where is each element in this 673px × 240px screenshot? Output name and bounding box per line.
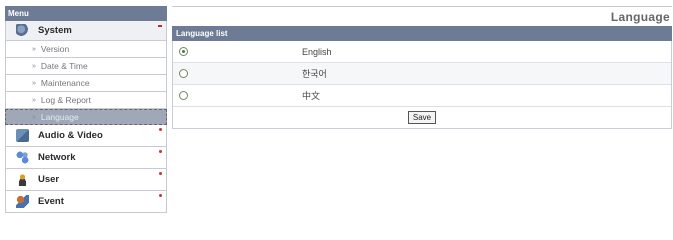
sidebar-category-label: Network: [38, 152, 76, 163]
audio-video-icon: [16, 129, 29, 142]
collapse-marker-icon: [158, 25, 162, 27]
system-icon: [16, 24, 29, 37]
language-label: 中文: [302, 91, 321, 101]
bullet-icon: »: [32, 45, 36, 53]
expand-marker-icon: [159, 128, 162, 131]
sidebar-item-label: Version: [40, 44, 70, 54]
page-title-bar: Language: [172, 6, 672, 26]
sidebar-item-label: Language: [40, 112, 79, 122]
sidebar-item-label: Maintenance: [40, 78, 90, 88]
bullet-icon: »: [32, 79, 36, 87]
bullet-icon: »: [32, 96, 36, 104]
sidebar-category-audio-video[interactable]: Audio & Video: [5, 125, 167, 147]
main-panel: Language Language list English 한국어 中文 Sa…: [172, 6, 672, 136]
page-title: Language: [610, 10, 670, 24]
language-option-korean[interactable]: 한국어: [173, 63, 671, 85]
radio-button-selected[interactable]: [179, 47, 188, 56]
language-label: English: [302, 46, 332, 57]
language-list: English 한국어 中文 Save: [172, 41, 672, 129]
sidebar-category-event[interactable]: Event: [5, 191, 167, 213]
sidebar-item-date-time[interactable]: » Date & Time: [5, 58, 167, 75]
sidebar-item-maintenance[interactable]: » Maintenance: [5, 75, 167, 92]
menu-header: Menu: [5, 6, 167, 21]
sidebar-menu: Menu System » Version » Date & Time » Ma…: [5, 6, 167, 226]
sidebar-category-label: User: [38, 174, 60, 185]
bullet-icon: »: [32, 113, 36, 121]
sidebar-category-label: System: [38, 25, 72, 36]
sidebar-category-user[interactable]: User: [5, 169, 167, 191]
language-option-chinese[interactable]: 中文: [173, 85, 671, 107]
network-icon: [16, 151, 29, 164]
sidebar-item-label: Log & Report: [40, 95, 91, 105]
sidebar-category-label: Audio & Video: [38, 130, 103, 141]
radio-button[interactable]: [179, 69, 188, 78]
expand-marker-icon: [159, 194, 162, 197]
bullet-icon: »: [32, 62, 36, 70]
sidebar-category-network[interactable]: Network: [5, 147, 167, 169]
save-row: Save: [173, 107, 671, 128]
sidebar-item-language[interactable]: » Language: [5, 109, 167, 125]
language-option-english[interactable]: English: [173, 41, 671, 63]
language-label: 한국어: [302, 69, 327, 79]
sidebar-item-log-report[interactable]: » Log & Report: [5, 92, 167, 109]
language-list-header: Language list: [172, 26, 672, 41]
sidebar-category-system[interactable]: System: [5, 21, 167, 41]
event-icon: [16, 195, 29, 208]
save-button[interactable]: Save: [407, 111, 437, 124]
expand-marker-icon: [159, 150, 162, 153]
sidebar-item-label: Date & Time: [40, 61, 88, 71]
sidebar-item-version[interactable]: » Version: [5, 41, 167, 58]
radio-button[interactable]: [179, 91, 188, 100]
user-icon: [16, 173, 29, 186]
expand-marker-icon: [159, 172, 162, 175]
sidebar-category-label: Event: [38, 196, 64, 207]
